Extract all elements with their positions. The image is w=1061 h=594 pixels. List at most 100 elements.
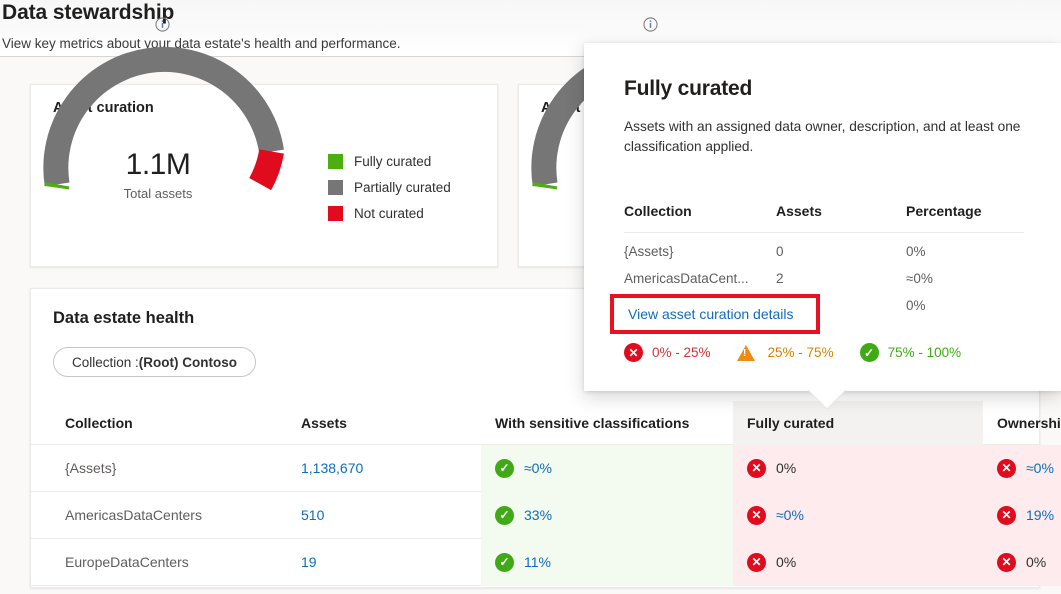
error-circle-icon: ✕: [747, 552, 766, 572]
info-circle-icon-secondary[interactable]: [643, 17, 658, 37]
callout-column-header-percentage: Percentage: [906, 203, 982, 219]
asset-curation-legend: Fully curated Partially curated Not cura…: [328, 148, 451, 226]
legend-item: Not curated: [328, 200, 451, 226]
status-value: ✕ 0%: [747, 458, 797, 478]
cell-collection: EuropeDataCenters: [65, 554, 189, 570]
table-row: {Assets} 1,138,670 ✓ ≈0% ✕ 0% ✕ ≈0%: [31, 444, 1061, 492]
legend-swatch-fully-curated: [328, 153, 343, 169]
cell-assets[interactable]: 1,138,670: [301, 460, 481, 476]
callout-table-header-row: Collection Assets Percentage: [624, 203, 1024, 233]
success-circle-icon: ✓: [495, 505, 514, 525]
collection-filter-value: (Root) Contoso: [138, 354, 238, 370]
status-value: ✓ 11%: [495, 552, 551, 572]
legend-swatch-not-curated: [328, 205, 343, 221]
column-header-collection[interactable]: Collection: [31, 415, 301, 431]
column-header-fully-curated[interactable]: Fully curated: [733, 400, 983, 445]
callout-title: Fully curated: [624, 77, 753, 100]
status-value: ✕ 0%: [997, 552, 1047, 572]
legend-label: Not curated: [354, 205, 424, 221]
error-circle-icon: ✕: [747, 505, 766, 525]
cell-collection: AmericasDataCenters: [65, 507, 202, 523]
legend-label: 75% - 100%: [887, 345, 962, 360]
cell-fully-curated[interactable]: ✕ 0%: [733, 538, 983, 586]
gauge-total-caption: Total assets: [123, 186, 193, 201]
error-circle-icon: ✕: [997, 458, 1016, 478]
cell-assets[interactable]: 510: [301, 507, 481, 523]
cell-fully-curated[interactable]: ✕ 0%: [733, 444, 983, 492]
legend-item-low: ✕ 0% - 25%: [624, 343, 711, 362]
status-value: ✓ 33%: [495, 505, 553, 525]
callout-column-header-collection: Collection: [624, 203, 692, 219]
table-row: AmericasDataCenters 510 ✓ 33% ✕ ≈0% ✕ 19…: [31, 491, 1061, 539]
view-asset-curation-details-highlight: View asset curation details: [610, 294, 820, 334]
status-value: ✕ ≈0%: [747, 505, 804, 525]
cell-value: 33%: [524, 507, 553, 523]
callout-cell-assets: 0: [776, 244, 784, 259]
cell-value: 0%: [776, 460, 797, 476]
fully-curated-callout-panel: Fully curated Assets with an assigned da…: [584, 43, 1061, 391]
cell-value: ≈0%: [1026, 460, 1054, 476]
data-estate-health-table: Collection Assets With sensitive classif…: [31, 400, 1061, 586]
table-row: EuropeDataCenters 19 ✓ 11% ✕ 0% ✕ 0%: [31, 538, 1061, 586]
column-header-assets[interactable]: Assets: [301, 415, 481, 431]
cell-sensitive-classifications[interactable]: ✓ ≈0%: [481, 444, 733, 492]
error-circle-icon: ✕: [624, 343, 643, 362]
cell-value: ≈0%: [524, 460, 552, 476]
callout-cell-assets: 2: [776, 271, 784, 286]
cell-sensitive-classifications[interactable]: ✓ 11%: [481, 538, 733, 586]
legend-swatch-partially-curated: [328, 179, 343, 195]
cell-sensitive-classifications[interactable]: ✓ 33%: [481, 491, 733, 539]
error-circle-icon: ✕: [997, 552, 1016, 572]
cell-assets[interactable]: 19: [301, 554, 481, 570]
cell-value: 19%: [1026, 507, 1055, 523]
cell-ownership[interactable]: ✕ 0%: [983, 538, 1061, 586]
legend-item: Partially curated: [328, 174, 451, 200]
legend-item-high: ✓ 75% - 100%: [859, 343, 962, 362]
cell-value: ≈0%: [776, 507, 804, 523]
callout-description: Assets with an assigned data owner, desc…: [624, 119, 1021, 154]
column-header-ownership[interactable]: Ownership: [983, 415, 1061, 431]
section-title-data-estate-health: Data estate health: [53, 309, 195, 327]
cell-value: 0%: [1026, 554, 1047, 570]
status-value: ✕ 19%: [997, 505, 1055, 525]
success-circle-icon: ✓: [859, 343, 879, 362]
warning-triangle-icon: [736, 344, 755, 361]
legend-item: Fully curated: [328, 148, 451, 174]
gauge-center-labels: 1.1M Total assets: [78, 148, 238, 202]
callout-cell-collection: {Assets}: [624, 244, 674, 259]
info-circle-icon[interactable]: [155, 17, 170, 37]
callout-cell-percentage: 0%: [906, 298, 926, 313]
cell-ownership[interactable]: ✕ ≈0%: [983, 444, 1061, 492]
callout-cell-percentage: ≈0%: [906, 271, 933, 286]
collection-filter-pill[interactable]: Collection : (Root) Contoso: [53, 347, 257, 377]
legend-item-medium: 25% - 75%: [736, 344, 834, 361]
callout-pointer-arrow: [808, 390, 846, 409]
error-circle-icon: ✕: [997, 505, 1016, 525]
page-title: Data stewardship: [2, 1, 175, 24]
view-asset-curation-details-link[interactable]: View asset curation details: [628, 306, 794, 322]
collection-filter-label: Collection :: [72, 354, 139, 370]
callout-column-header-assets: Assets: [776, 203, 822, 219]
status-value: ✕ 0%: [747, 552, 797, 572]
legend-label: Partially curated: [354, 179, 451, 195]
callout-cell-percentage: 0%: [906, 244, 926, 259]
legend-label: 25% - 75%: [767, 345, 834, 360]
legend-label: Fully curated: [354, 153, 432, 169]
cell-value: 0%: [776, 554, 797, 570]
cell-collection: {Assets}: [65, 460, 117, 476]
callout-cell-collection: AmericasDataCent...: [624, 271, 749, 286]
table-header-row: Collection Assets With sensitive classif…: [31, 400, 1061, 445]
success-circle-icon: ✓: [495, 458, 514, 478]
cell-fully-curated[interactable]: ✕ ≈0%: [733, 491, 983, 539]
gauge-total-value: 1.1M: [125, 148, 191, 181]
callout-table-row: AmericasDataCent... 2 ≈0%: [624, 265, 1024, 292]
legend-label: 0% - 25%: [652, 345, 711, 360]
status-value: ✕ ≈0%: [997, 458, 1054, 478]
error-circle-icon: ✕: [747, 458, 766, 478]
cell-value: 11%: [524, 554, 551, 570]
status-value: ✓ ≈0%: [495, 458, 552, 478]
column-header-sensitive-classifications[interactable]: With sensitive classifications: [481, 415, 733, 431]
callout-table-row: {Assets} 0 0%: [624, 238, 1024, 265]
cell-ownership[interactable]: ✕ 19%: [983, 491, 1061, 539]
callout-status-legend: ✕ 0% - 25% 25% - 75% ✓ 75% - 100%: [624, 343, 987, 362]
